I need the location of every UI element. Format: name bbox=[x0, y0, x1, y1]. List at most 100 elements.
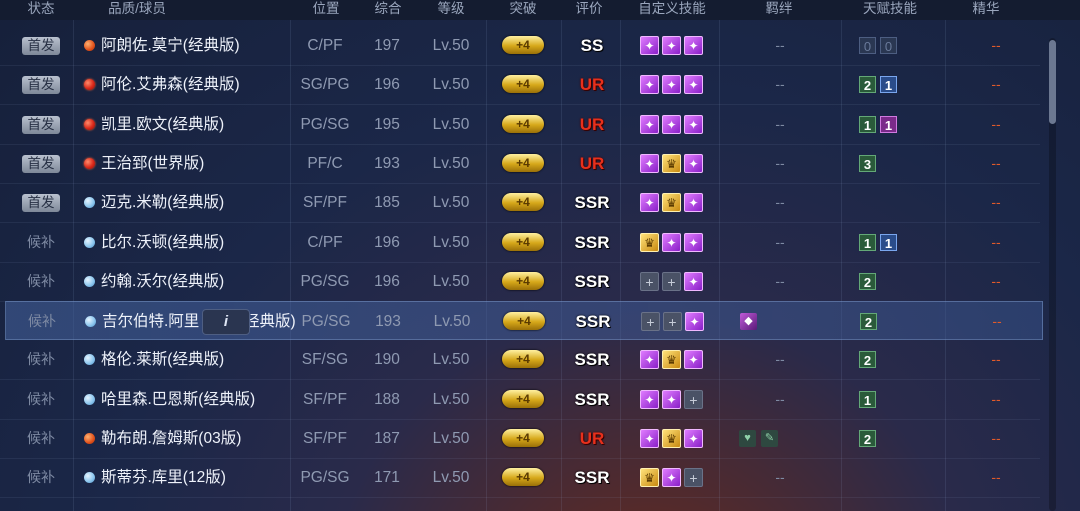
custom-skill-icon[interactable]: ♛ bbox=[662, 429, 681, 448]
custom-skill-icon[interactable]: ✦ bbox=[684, 193, 703, 212]
table-row[interactable]: 候补 约翰.沃尔(经典版) PG/SG 196 Lv.50 +4 SSR + + ✦ -- 2 -- bbox=[0, 262, 1040, 302]
empty-skill-slot-icon[interactable]: + bbox=[663, 312, 682, 331]
header-custom-skills: 自定义技能 bbox=[638, 1, 706, 16]
fetter-icon[interactable]: ✎ bbox=[761, 430, 778, 447]
talent-badge[interactable]: 2 bbox=[859, 273, 876, 290]
breakthrough-badge: +4 bbox=[502, 75, 544, 93]
table-row[interactable]: 候补 格伦.莱斯(经典版) SF/SG 190 Lv.50 +4 SSR ✦ ♛ ✦ -- 2 -- bbox=[0, 340, 1040, 380]
player-name[interactable]: 比尔.沃顿(经典版) bbox=[101, 223, 224, 262]
custom-skill-icon[interactable]: ✦ bbox=[640, 193, 659, 212]
scrollbar-thumb[interactable] bbox=[1049, 40, 1056, 124]
custom-skill-icon[interactable]: ✦ bbox=[684, 115, 703, 134]
table-row[interactable]: 候补斯蒂芬.库里(12版)PG/SG171Lv.50+4SSR♛✦+------ bbox=[0, 458, 1040, 498]
talent-badge[interactable]: 0 bbox=[880, 37, 897, 54]
custom-skill-icon[interactable]: ✦ bbox=[640, 36, 659, 55]
custom-skill-icon[interactable]: ✦ bbox=[640, 390, 659, 409]
table-row[interactable]: 首发迈克.米勒(经典版)SF/PF185Lv.50+4SSR✦♛✦------ bbox=[0, 183, 1040, 223]
talent-badge[interactable]: 1 bbox=[880, 116, 897, 133]
essence-value: -- bbox=[991, 155, 1001, 171]
custom-skill-icon[interactable]: ✦ bbox=[684, 36, 703, 55]
talent-badge[interactable]: 3 bbox=[859, 155, 876, 172]
player-name[interactable]: 格伦.莱斯(经典版) bbox=[101, 340, 224, 379]
custom-skill-icon[interactable]: ✦ bbox=[640, 75, 659, 94]
custom-skill-icon[interactable]: ✦ bbox=[685, 312, 704, 331]
custom-skill-icon[interactable]: ✦ bbox=[684, 233, 703, 252]
custom-skill-icon[interactable]: ♛ bbox=[640, 468, 659, 487]
fetter-empty: -- bbox=[775, 469, 785, 485]
table-row[interactable]: 候补 吉尔伯特.阿里 经典版) i PG/SG 193 Lv.50 +4 SSR + + ✦ ◆ 2 -- bbox=[5, 301, 1043, 340]
player-name[interactable]: 迈克.米勒(经典版) bbox=[101, 183, 224, 222]
table-row[interactable]: 首发 王治郅(世界版) PF/C 193 Lv.50 +4 UR ✦ ♛ ✦ -- 3 -- bbox=[0, 144, 1040, 184]
player-name[interactable]: 斯蒂芬.库里(12版) bbox=[101, 458, 226, 497]
player-level: Lv.50 bbox=[432, 116, 470, 133]
talent-badge[interactable]: 2 bbox=[860, 313, 877, 330]
custom-skill-icon[interactable]: ✦ bbox=[684, 272, 703, 291]
essence-value: -- bbox=[991, 37, 1001, 53]
table-row[interactable]: 首发 阿伦.艾弗森(经典版) SG/PG 196 Lv.50 +4 UR ✦ ✦ ✦ -- 2 1 -- bbox=[0, 65, 1040, 105]
talent-badge[interactable]: 2 bbox=[859, 351, 876, 368]
fetter-icon[interactable]: ◆ bbox=[740, 313, 757, 330]
status-badge-starter: 首发 bbox=[22, 76, 60, 94]
player-position: SF/SG bbox=[301, 351, 349, 368]
fetter-icon[interactable]: ♥ bbox=[739, 430, 756, 447]
table-row[interactable]: 首发 凯里.欧文(经典版) PG/SG 195 Lv.50 +4 UR ✦ ✦ ✦ -- 1 1 -- bbox=[0, 105, 1040, 145]
grade-badge: UR bbox=[579, 115, 605, 134]
custom-skill-icon[interactable]: ✦ bbox=[640, 115, 659, 134]
player-name[interactable]: 哈里森.巴恩斯(经典版) bbox=[101, 380, 255, 419]
player-name[interactable]: 王治郅(世界版) bbox=[101, 144, 204, 183]
talent-badge[interactable]: 0 bbox=[859, 37, 876, 54]
custom-skill-icon[interactable]: ✦ bbox=[662, 233, 681, 252]
table-row[interactable]: 候补 勒布朗.詹姆斯(03版) SF/PF 187 Lv.50 +4 UR ✦ ♛ ✦ ♥ ✎ 2 -- bbox=[0, 419, 1040, 459]
status-label-bench: 候补 bbox=[27, 351, 55, 367]
custom-skill-icon[interactable]: ✦ bbox=[640, 429, 659, 448]
custom-skill-icon[interactable]: ♛ bbox=[662, 350, 681, 369]
empty-skill-slot-icon[interactable]: + bbox=[684, 468, 703, 487]
custom-skill-icon[interactable]: ✦ bbox=[662, 468, 681, 487]
table-row[interactable]: 候补 比尔.沃顿(经典版) C/PF 196 Lv.50 +4 SSR ♛ ✦ ✦ -- 1 1 -- bbox=[0, 223, 1040, 263]
custom-skill-icon[interactable]: ✦ bbox=[640, 154, 659, 173]
header-status: 状态 bbox=[27, 1, 55, 16]
custom-skill-icon[interactable]: ✦ bbox=[662, 36, 681, 55]
custom-skill-icon[interactable]: ♛ bbox=[662, 193, 681, 212]
player-name[interactable]: 勒布朗.詹姆斯(03版) bbox=[101, 419, 241, 458]
talent-badge[interactable]: 1 bbox=[880, 76, 897, 93]
player-level: Lv.50 bbox=[432, 391, 470, 408]
player-name[interactable]: 约翰.沃尔(经典版) bbox=[101, 262, 224, 301]
custom-skill-icon[interactable]: ✦ bbox=[684, 154, 703, 173]
empty-skill-slot-icon[interactable]: + bbox=[641, 312, 660, 331]
grade-badge: SSR bbox=[574, 272, 610, 291]
empty-skill-slot-icon[interactable]: + bbox=[640, 272, 659, 291]
info-button[interactable]: i bbox=[202, 309, 250, 335]
table-row[interactable]: 首发 阿朗佐.莫宁(经典版) C/PF 197 Lv.50 +4 SS ✦ ✦ ✦ -- 0 0 -- bbox=[0, 26, 1040, 66]
status-label-bench: 候补 bbox=[27, 469, 55, 485]
custom-skill-icon[interactable]: ✦ bbox=[662, 390, 681, 409]
talent-badge[interactable]: 2 bbox=[859, 430, 876, 447]
custom-skill-icon[interactable]: ✦ bbox=[662, 75, 681, 94]
table-row[interactable]: 候补 哈里森.巴恩斯(经典版) SF/PF 188 Lv.50 +4 SSR ✦ ✦ + -- 1 -- bbox=[0, 380, 1040, 420]
empty-skill-slot-icon[interactable]: + bbox=[662, 272, 681, 291]
player-name[interactable]: 凯里.欧文(经典版) bbox=[101, 105, 224, 144]
custom-skill-icon[interactable]: ✦ bbox=[684, 75, 703, 94]
player-name[interactable]: 阿朗佐.莫宁(经典版) bbox=[101, 26, 240, 65]
talent-badge[interactable]: 1 bbox=[859, 116, 876, 133]
player-level: Lv.50 bbox=[432, 37, 470, 54]
talent-badge[interactable]: 1 bbox=[859, 391, 876, 408]
player-name[interactable]: 吉尔伯特.阿里 bbox=[102, 302, 199, 341]
breakthrough-badge: +4 bbox=[502, 233, 544, 251]
custom-skill-icon[interactable]: ✦ bbox=[684, 350, 703, 369]
custom-skill-icon[interactable]: ✦ bbox=[640, 350, 659, 369]
player-name[interactable]: 阿伦.艾弗森(经典版) bbox=[101, 65, 240, 104]
custom-skill-icon[interactable]: ♛ bbox=[640, 233, 659, 252]
grade-badge: SSR bbox=[574, 468, 610, 487]
breakthrough-badge: +4 bbox=[502, 350, 544, 368]
header-grade: 评价 bbox=[575, 1, 603, 16]
empty-skill-slot-icon[interactable]: + bbox=[684, 390, 703, 409]
talent-badge[interactable]: 1 bbox=[880, 234, 897, 251]
custom-skill-icon[interactable]: ♛ bbox=[662, 154, 681, 173]
custom-skill-icon[interactable]: ✦ bbox=[662, 115, 681, 134]
quality-dot-icon bbox=[84, 472, 95, 483]
talent-badge[interactable]: 1 bbox=[859, 234, 876, 251]
grade-badge: SS bbox=[580, 36, 604, 55]
custom-skill-icon[interactable]: ✦ bbox=[684, 429, 703, 448]
talent-badge[interactable]: 2 bbox=[859, 76, 876, 93]
